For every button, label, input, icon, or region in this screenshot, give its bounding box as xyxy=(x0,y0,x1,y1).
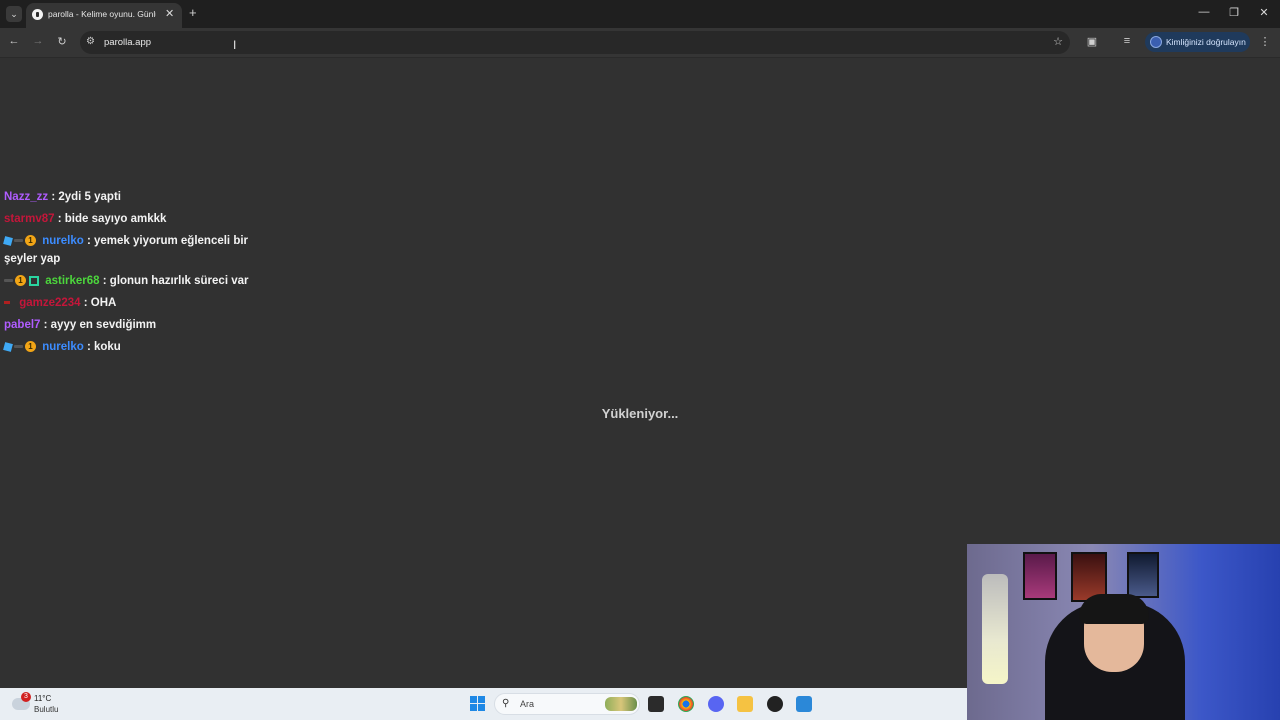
red-badge-icon xyxy=(4,301,10,305)
chat-message: pabel7 : ayyy en sevdiğimm xyxy=(4,316,264,334)
coin-badge-icon: 1 xyxy=(25,235,36,247)
stream-chat-overlay: Nazz_zz : 2ydi 5 yapti starmv87 : bide s… xyxy=(3,188,264,360)
reload-icon[interactable]: ↻ xyxy=(55,35,69,48)
loading-text: Yükleniyor... xyxy=(601,406,679,421)
chat-message: Nazz_zz : 2ydi 5 yapti xyxy=(4,188,264,206)
chat-username: starmv87 xyxy=(4,213,55,225)
search-icon: ⚲ xyxy=(502,698,510,709)
close-tab-icon[interactable]: ✕ xyxy=(165,7,174,20)
verify-identity-button[interactable]: Kimliğinizi doğrulayın xyxy=(1145,32,1250,52)
text-cursor-icon: I xyxy=(233,38,237,52)
coin-badge-icon: 1 xyxy=(15,275,26,287)
close-window-icon[interactable]: ✕ xyxy=(1256,6,1272,19)
windows-taskbar: 3 11°C Bulutlu ⚲ Ara xyxy=(0,688,967,720)
chat-text: : koku xyxy=(86,341,121,353)
chat-message: starmv87 : bide sayıyo amkkk xyxy=(4,210,264,228)
moustache-badge-icon xyxy=(14,239,23,243)
webcam-overlay xyxy=(967,544,1280,720)
cube-badge-icon xyxy=(3,236,13,246)
back-arrow-icon[interactable]: ← xyxy=(7,35,21,47)
chat-text: : yemek yiyorum eğlenceli bir şeyler yap xyxy=(4,235,249,265)
chat-text: : 2ydi 5 yapti xyxy=(51,191,121,203)
tab-parolla[interactable]: parolla - Kelime oyunu. Günlük ✕ xyxy=(26,3,182,28)
site-info-icon[interactable]: ⚙ xyxy=(86,36,95,47)
coin-badge-icon: 1 xyxy=(25,341,36,353)
chat-username: nurelko xyxy=(42,235,84,247)
minimize-icon[interactable]: — xyxy=(1196,6,1212,18)
chat-text: : ayyy en sevdiğimm xyxy=(43,319,157,331)
chat-message: 1 nurelko : yemek yiyorum eğlenceli bir … xyxy=(3,232,264,268)
url-text[interactable]: parolla.app xyxy=(104,37,151,48)
tab-search-chevron-icon[interactable]: ⌄ xyxy=(6,6,22,22)
tab-strip: ⌄ parolla - Kelime oyunu. Günlük ✕ + — ❐… xyxy=(0,0,1280,28)
chat-username: nurelko xyxy=(42,341,84,353)
weather-temperature[interactable]: 11°C xyxy=(34,694,51,703)
menu-kebab-icon[interactable]: ⋮ xyxy=(1258,35,1272,48)
chat-text: : glonun hazırlık süreci var xyxy=(102,275,249,287)
chat-username: astirker68 xyxy=(45,275,100,287)
chat-text: : OHA xyxy=(83,297,117,309)
moustache-badge-icon xyxy=(14,345,23,349)
verify-identity-label: Kimliğinizi doğrulayın xyxy=(1166,37,1246,47)
chat-username: Nazz_zz xyxy=(4,191,49,203)
bookmark-star-icon[interactable]: ☆ xyxy=(1051,35,1065,48)
poster-image xyxy=(1023,552,1057,600)
chat-message: 1 nurelko : koku xyxy=(3,338,264,356)
chat-text: : bide sayıyo amkkk xyxy=(57,213,167,225)
microphone-image xyxy=(982,574,1008,684)
new-tab-plus-icon[interactable]: + xyxy=(189,5,197,20)
windows-start-icon[interactable] xyxy=(470,696,485,711)
cube-badge-icon xyxy=(3,342,13,352)
restore-icon[interactable]: ❐ xyxy=(1226,6,1242,19)
profile-avatar-icon xyxy=(1150,36,1162,48)
taskbar-search-box[interactable]: ⚲ Ara xyxy=(494,693,640,715)
search-highlight-image xyxy=(605,697,637,711)
chrome-icon[interactable] xyxy=(678,696,694,712)
media-controls-icon[interactable]: ≡ xyxy=(1120,35,1134,47)
chat-username: gamze2234 xyxy=(19,297,81,309)
browser-toolbar: ← → ↻ ⚙ parolla.app ☆ ▣ ≡ Kimliğinizi do… xyxy=(0,28,1280,58)
app-icon[interactable] xyxy=(796,696,812,712)
weather-description[interactable]: Bulutlu xyxy=(34,705,58,714)
streamer-hair xyxy=(1079,594,1149,624)
file-explorer-icon[interactable] xyxy=(737,696,753,712)
chat-message: 1 astirker68 : glonun hazırlık süreci va… xyxy=(4,272,264,290)
obs-icon[interactable] xyxy=(767,696,783,712)
chat-username: pabel7 xyxy=(4,319,41,331)
discord-icon[interactable] xyxy=(708,696,724,712)
search-label: Ara xyxy=(520,699,535,709)
address-bar[interactable]: ⚙ parolla.app xyxy=(80,31,1070,54)
forward-arrow-icon[interactable]: → xyxy=(31,35,45,47)
tab-title: parolla - Kelime oyunu. Günlük xyxy=(48,9,156,19)
task-view-icon[interactable] xyxy=(648,696,664,712)
extensions-puzzle-icon[interactable]: ▣ xyxy=(1085,35,1099,48)
square-badge-icon xyxy=(29,275,39,286)
parolla-favicon-icon xyxy=(32,9,43,20)
poster-image xyxy=(1127,552,1159,598)
moustache-badge-icon xyxy=(4,279,13,283)
notification-badge: 3 xyxy=(21,692,31,702)
chat-message: gamze2234 : OHA xyxy=(4,294,264,312)
